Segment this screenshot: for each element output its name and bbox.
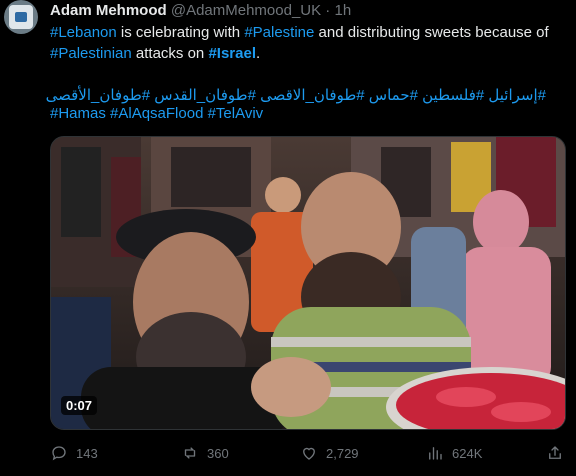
author-name[interactable]: Adam Mehmood [50,2,167,19]
avatar[interactable] [4,0,38,34]
share-icon [549,446,561,459]
video-frame [51,137,565,429]
like-count: 2,729 [326,445,359,461]
text-fragment: attacks on [131,45,209,62]
repost-button[interactable]: 360 [181,443,229,463]
text-fragment: and distributing sweets because of [314,24,549,41]
text-fragment: is celebrating with [116,24,245,41]
tweet-header: Adam Mehmood @AdamMehmood_UK · 1h [50,2,351,19]
view-count: 624K [452,445,483,461]
tweet-text: #Lebanon is celebrating with #Palestine … [50,22,570,64]
author-handle[interactable]: @AdamMehmood_UK [171,2,321,19]
hashtag-palestine[interactable]: #Palestine [244,24,314,41]
video-player[interactable] [50,136,566,430]
repost-count: 360 [207,445,229,461]
hashtag-israel[interactable]: #Israel [208,45,256,62]
reply-count: 143 [76,445,98,461]
reply-icon [52,446,66,461]
timestamp[interactable]: 1h [334,2,351,19]
heart-icon [303,447,315,460]
views-button[interactable]: 624K [426,443,482,463]
latin-hashtags[interactable]: #Hamas #AlAqsaFlood #TelAviv [50,104,263,124]
views-icon [429,447,442,460]
hashtag-lebanon[interactable]: #Lebanon [50,24,117,41]
arabic-hashtags[interactable]: #إسرائيل #فلسطين #حماس #طوفان_الاقصى #طو… [46,86,546,106]
share-button[interactable] [546,443,572,463]
hashtag-palestinian[interactable]: #Palestinian [50,45,132,62]
text-fragment: . [256,45,261,62]
action-bar: 143 360 2,729 624K [50,443,564,463]
reply-button[interactable]: 143 [50,443,98,463]
repost-icon [184,447,196,459]
like-button[interactable]: 2,729 [300,443,359,463]
video-duration: 0:07 [61,396,98,415]
separator: · [321,2,335,19]
